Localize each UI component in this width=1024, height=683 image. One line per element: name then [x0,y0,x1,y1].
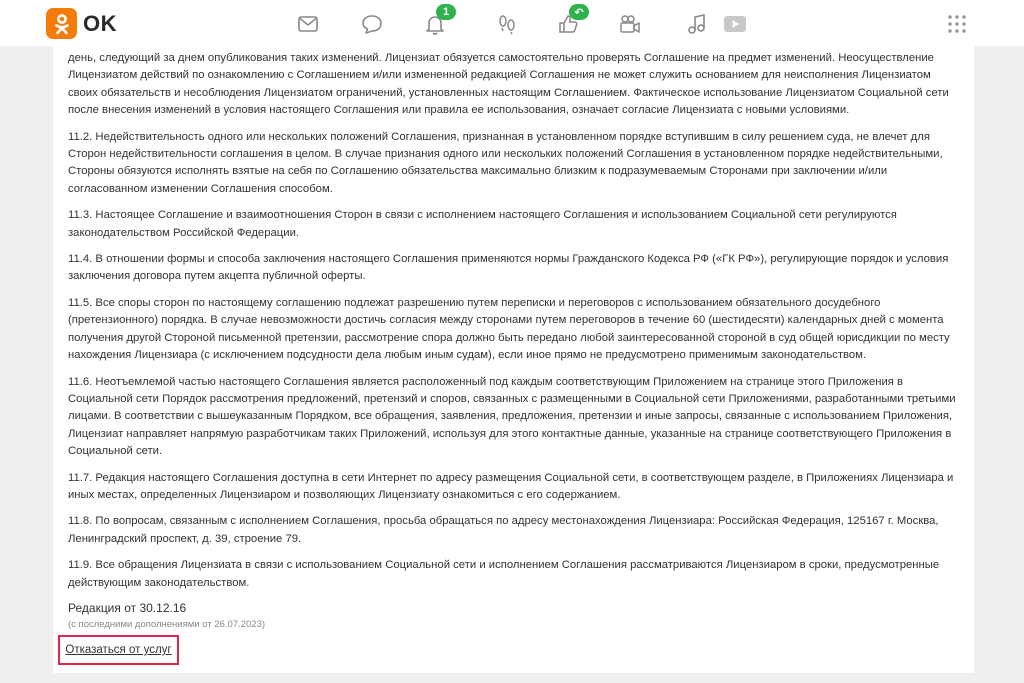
agreement-paragraph: 11.4. В отношении формы и способа заключ… [68,253,949,283]
music-icon[interactable] [683,11,709,37]
notifications-icon[interactable]: 1 [422,4,456,37]
agreement-paragraph: 11.5. Все споры сторон по настоящему сог… [68,296,950,362]
ok-logo[interactable]: OK [46,8,117,39]
agreement-paragraph: 11.8. По вопросам, связанным с исполнени… [68,515,939,545]
apps-grid-icon[interactable] [947,14,967,34]
agreement-paragraph: 11.2. Недействительность одного или неск… [68,130,943,195]
agreement-paragraph: день, следующий за днем опубликования та… [68,52,949,117]
video-icon[interactable] [617,11,643,37]
agreement-paragraph: 11.3. Настоящее Соглашение и взаимоотнош… [68,209,897,239]
edition-note: (с последними дополнениями от 26.07.2023… [68,618,265,630]
events-icon[interactable]: ↶ [555,4,589,37]
events-badge: ↶ [569,4,589,20]
top-bar: OK 1 ↶ [0,0,1024,46]
guests-icon[interactable] [494,11,520,37]
logo-text: OK [83,10,117,36]
discussions-icon[interactable] [359,11,385,37]
agreement-content: день, следующий за днем опубликования та… [68,46,959,644]
play-icon[interactable] [722,11,748,37]
notifications-badge: 1 [436,4,456,20]
agreement-card: день, следующий за днем опубликования та… [53,46,974,673]
agreement-paragraph: 11.6. Неотъемлемой частью настоящего Сог… [68,375,956,458]
agreement-paragraph: 11.9. Все обращения Лицензиата в связи с… [68,559,940,589]
ok-logo-icon [46,8,77,39]
edition-date: Редакция от 30.12.16 [68,600,187,615]
unsubscribe-link[interactable]: Отказаться от услуг [65,644,171,656]
messages-icon[interactable] [295,11,321,37]
agreement-paragraph: 11.7. Редакция настоящего Соглашения дос… [68,471,954,501]
unsubscribe-highlight: Отказаться от услуг [58,635,179,665]
